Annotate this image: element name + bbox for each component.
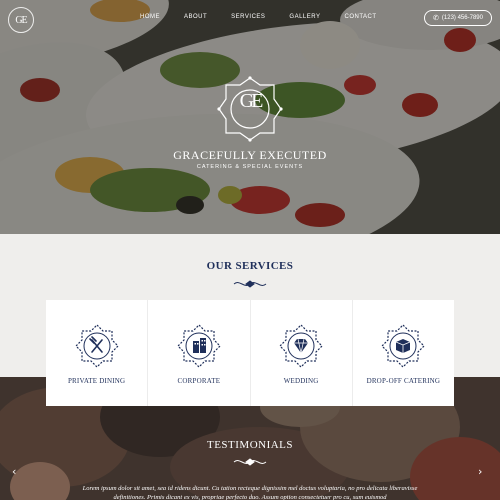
service-card-drop-off-catering[interactable]: DROP-OFF CATERING xyxy=(352,300,454,406)
services-heading: OUR SERVICES xyxy=(206,260,294,272)
main-navigation: HOME ABOUT SERVICES GALLERY CONTACT xyxy=(140,14,401,20)
service-card-corporate[interactable]: CORPORATE xyxy=(148,300,251,406)
service-label: DROP-OFF CATERING xyxy=(366,377,441,385)
testimonials-heading: TESTIMONIALS xyxy=(206,439,294,451)
phone-button[interactable]: ✆ (123) 456-7890 xyxy=(424,10,492,26)
service-label: PRIVATE DINING xyxy=(67,377,126,385)
logo-badge[interactable]: GE xyxy=(8,7,34,33)
building-icon xyxy=(177,324,221,368)
brand-name: GRACEFULLY EXECUTED xyxy=(173,148,327,162)
brand-tagline: CATERING & SPECIAL EVENTS xyxy=(196,164,304,170)
service-card-wedding[interactable]: WEDDING xyxy=(250,300,353,406)
brand-monogram: GE xyxy=(239,90,264,112)
box-icon xyxy=(381,324,426,368)
phone-icon: ✆ xyxy=(433,15,439,22)
nav-link-home[interactable]: HOME xyxy=(140,14,160,20)
chevron-right-icon[interactable]: › xyxy=(478,465,482,478)
testimonial-quote: Lorem ipsum dolor sit amet, sea id riden… xyxy=(82,485,418,500)
phone-number: (123) 456-7890 xyxy=(441,15,483,21)
nav-link-services[interactable]: SERVICES xyxy=(231,14,265,20)
service-label: CORPORATE xyxy=(177,377,221,385)
hero-section: GE HOME ABOUT SERVICES GALLERY CONTACT ✆… xyxy=(0,0,500,234)
logo-monogram: GE xyxy=(15,14,27,26)
diamond-icon xyxy=(279,324,323,368)
nav-link-contact[interactable]: CONTACT xyxy=(344,14,376,20)
flourish-divider-icon xyxy=(233,280,267,288)
chevron-left-icon[interactable]: ‹ xyxy=(12,465,16,478)
flourish-divider-icon xyxy=(233,458,267,466)
fork-knife-icon xyxy=(74,324,119,368)
nav-link-gallery[interactable]: GALLERY xyxy=(289,14,320,20)
services-cards: PRIVATE DINING CORPORATE WEDDING DROP-OF… xyxy=(46,300,454,406)
nav-link-about[interactable]: ABOUT xyxy=(184,14,207,20)
service-card-private-dining[interactable]: PRIVATE DINING xyxy=(46,300,149,406)
service-label: WEDDING xyxy=(283,377,319,385)
